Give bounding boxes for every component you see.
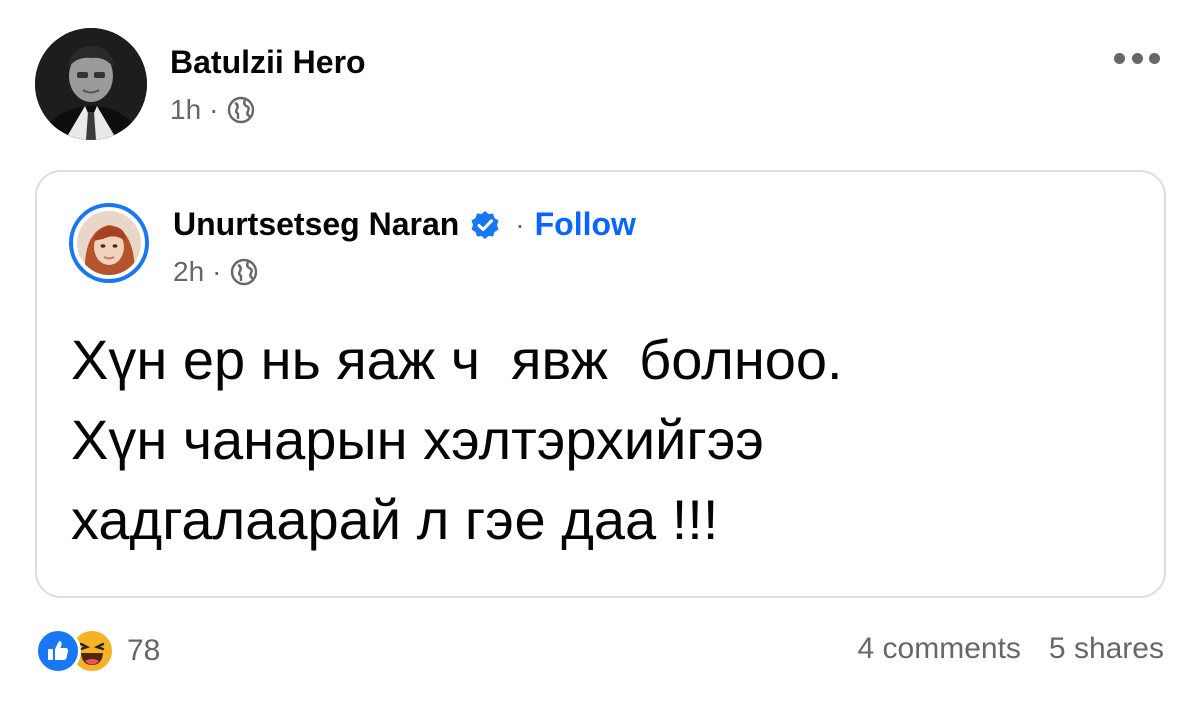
globe-icon[interactable] <box>229 257 259 287</box>
more-dots-icon <box>1114 52 1125 64</box>
shared-post-card[interactable]: Unurtsetseg Naran · Follow 2h · Хүн ер н… <box>35 170 1166 598</box>
shares-count-link[interactable]: 5 shares <box>1049 632 1164 666</box>
like-icon <box>35 628 81 674</box>
header-separator: · <box>515 208 525 240</box>
post-time[interactable]: 1h <box>170 94 201 126</box>
globe-icon[interactable] <box>226 95 256 125</box>
shared-header: Unurtsetseg Naran · Follow <box>173 206 636 243</box>
post-meta: 1h · <box>170 94 256 126</box>
post-text-line: Хүн ер нь яаж ч явж болноо. <box>71 328 843 391</box>
more-dots-icon <box>1131 52 1143 64</box>
follow-button[interactable]: Follow <box>535 206 636 243</box>
post-author-name[interactable]: Batulzii Hero <box>170 44 366 81</box>
comments-count-link[interactable]: 4 comments <box>858 632 1021 666</box>
shared-author-avatar[interactable] <box>69 203 149 283</box>
post-text-line: хадгалаарай л гэе даа !!! <box>71 488 719 551</box>
more-dots-icon <box>1149 52 1160 64</box>
post-text-line: Хүн чанарын хэлтэрхийгээ <box>71 408 764 471</box>
verified-badge-icon <box>471 210 499 239</box>
author-avatar[interactable] <box>35 28 147 140</box>
reaction-count: 78 <box>127 634 161 667</box>
shared-author-name[interactable]: Unurtsetseg Naran <box>173 206 459 243</box>
reactions-summary[interactable]: 78 <box>35 628 160 674</box>
meta-separator: · <box>212 256 222 287</box>
shared-post-text: Хүн ер нь яаж ч явж болноо. Хүн чанарын … <box>71 320 1131 560</box>
more-options-button[interactable] <box>1108 40 1166 76</box>
shared-meta: 2h · <box>173 256 259 288</box>
meta-separator: · <box>209 94 219 125</box>
shared-post-time[interactable]: 2h <box>173 256 204 288</box>
footer-stats: 4 comments 5 shares <box>858 632 1164 666</box>
